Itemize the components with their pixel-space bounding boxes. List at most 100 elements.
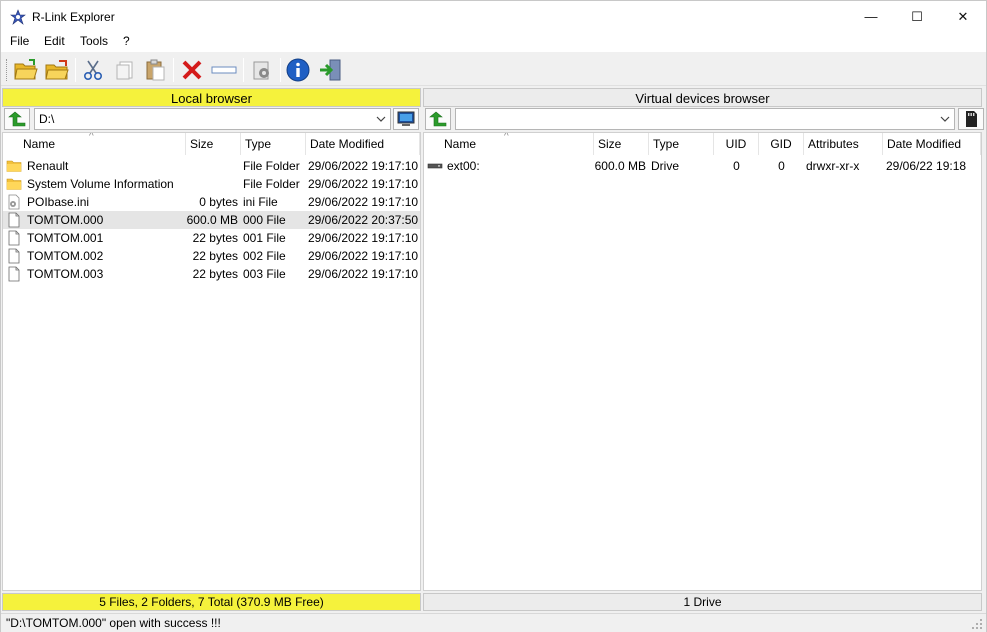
cell-size	[186, 175, 238, 193]
column-header-attributes[interactable]: Attributes	[804, 133, 883, 155]
computer-icon	[397, 111, 415, 126]
up-arrow-icon	[429, 111, 447, 127]
cell-size: 600.0 MB	[186, 213, 238, 227]
table-row[interactable]: TOMTOM.000 600.0 MB 000 File 29/06/2022 20:…	[3, 211, 420, 229]
cell-size: 22 bytes	[192, 249, 238, 263]
file-icon	[6, 230, 22, 246]
folder-icon	[6, 176, 22, 192]
title-bar[interactable]: R-Link Explorer — ☐ ✕	[1, 1, 986, 32]
cell-date: 29/06/2022 19:17:10	[308, 177, 419, 191]
cell-date: 29/06/22 19:18	[886, 159, 967, 173]
column-header-type[interactable]: Type	[241, 133, 306, 155]
column-header-date[interactable]: Date Modified	[883, 133, 981, 155]
virtual-path-combo[interactable]	[455, 108, 955, 130]
local-drive-button[interactable]	[393, 108, 419, 130]
cell-size: 22 bytes	[192, 231, 238, 245]
cell-date: 29/06/2022 19:17:10	[308, 267, 419, 281]
cell-date: 29/06/2022 20:37:50	[308, 213, 419, 227]
cell-size: 22 bytes	[192, 267, 238, 281]
cell-type: File Folder	[243, 177, 300, 191]
sort-caret-icon: ^	[504, 132, 509, 142]
local-up-button[interactable]	[4, 108, 30, 130]
local-panel-status: 5 Files, 2 Folders, 7 Total (370.9 MB Fr…	[2, 593, 421, 611]
table-row[interactable]: Renault File Folder 29/06/2022 19:17:10	[3, 157, 420, 175]
status-bar: "D:\TOMTOM.000" open with success !!!	[1, 613, 986, 632]
virtual-browser-header: Virtual devices browser	[423, 88, 982, 107]
toolbar-separator	[75, 58, 76, 82]
resize-grip-icon[interactable]	[971, 618, 983, 630]
cell-date: 29/06/2022 19:17:10	[308, 249, 419, 263]
properties-icon	[253, 61, 269, 80]
virtual-device-button[interactable]	[958, 108, 984, 130]
info-button[interactable]	[285, 57, 311, 83]
table-row[interactable]: POIbase.ini 0 bytes ini File 29/06/2022 19:…	[3, 193, 420, 211]
table-row[interactable]: ext00: 600.0 MB Drive 0 0 drwxr-xr-x 29/06/22 …	[424, 157, 981, 175]
rename-button[interactable]	[211, 57, 237, 83]
cell-name: System Volume Information	[27, 177, 174, 191]
cell-type: Drive	[651, 159, 680, 173]
toolbar-separator	[280, 58, 281, 82]
open-archive-button[interactable]	[44, 57, 70, 83]
local-browser-header: Local browser	[2, 88, 421, 107]
column-header-type[interactable]: Type	[649, 133, 714, 155]
cell-type: 000 File	[243, 213, 286, 227]
toolbar	[1, 53, 986, 86]
table-row[interactable]: TOMTOM.003 22 bytes 003 File 29/06/2022 19:…	[3, 265, 420, 283]
column-header-name[interactable]: Name ^	[3, 133, 186, 155]
maximize-button[interactable]: ☐	[894, 1, 940, 32]
close-button[interactable]: ✕	[940, 1, 986, 32]
menu-edit[interactable]: Edit	[44, 34, 65, 48]
menu-help[interactable]: ?	[123, 34, 130, 48]
sd-card-icon	[966, 111, 977, 127]
menu-tools[interactable]: Tools	[80, 34, 108, 48]
cell-type: ini File	[243, 195, 278, 209]
file-icon	[6, 248, 22, 264]
menu-file[interactable]: File	[10, 34, 29, 48]
cell-name: TOMTOM.002	[27, 249, 104, 263]
app-window: R-Link Explorer — ☐ ✕ File Edit Tools ?	[0, 0, 987, 632]
column-header-gid[interactable]: GID	[759, 133, 804, 155]
cell-uid: 0	[733, 159, 740, 173]
delete-icon	[182, 60, 202, 80]
delete-button[interactable]	[179, 57, 205, 83]
virtual-up-button[interactable]	[425, 108, 451, 130]
minimize-button[interactable]: —	[848, 1, 894, 32]
local-path-combo[interactable]: D:\	[34, 108, 391, 130]
exit-button[interactable]	[317, 57, 343, 83]
toolbar-separator	[243, 58, 244, 82]
local-file-list[interactable]: Name ^ Size Type Date Modified Renault Fi…	[2, 132, 421, 591]
cell-date: 29/06/2022 19:17:10	[308, 231, 419, 245]
cell-type: File Folder	[243, 159, 300, 173]
cell-size: 600.0 MB	[594, 159, 646, 173]
column-header-uid[interactable]: UID	[714, 133, 759, 155]
virtual-file-list[interactable]: Name ^ Size Type UID GID Attributes Date…	[423, 132, 982, 591]
app-logo-icon	[10, 9, 26, 25]
copy-icon	[116, 61, 133, 80]
table-row[interactable]: TOMTOM.001 22 bytes 001 File 29/06/2022 19:…	[3, 229, 420, 247]
properties-button[interactable]	[249, 57, 275, 83]
column-header-name[interactable]: Name ^	[424, 133, 594, 155]
cell-name: ext00:	[447, 159, 480, 173]
paste-icon	[146, 59, 165, 81]
cell-name: Renault	[27, 159, 69, 173]
drive-icon	[427, 158, 443, 174]
table-row[interactable]: System Volume Information File Folder 29/0…	[3, 175, 420, 193]
cell-attr: drwxr-xr-x	[806, 159, 860, 173]
rename-icon	[211, 66, 237, 74]
toolbar-grip[interactable]	[6, 59, 9, 81]
cell-size	[186, 157, 238, 175]
copy-button[interactable]	[112, 57, 138, 83]
column-header-size[interactable]: Size	[186, 133, 241, 155]
status-message: "D:\TOMTOM.000" open with success !!!	[6, 616, 221, 630]
column-header-size[interactable]: Size	[594, 133, 649, 155]
ini-file-icon	[6, 194, 22, 210]
cell-name: TOMTOM.000	[27, 213, 104, 227]
column-header-date[interactable]: Date Modified	[306, 133, 420, 155]
table-row[interactable]: TOMTOM.002 22 bytes 002 File 29/06/2022 19:…	[3, 247, 420, 265]
cell-size: 0 bytes	[199, 195, 238, 209]
open-folder-button[interactable]	[13, 57, 39, 83]
cut-button[interactable]	[80, 57, 106, 83]
paste-button[interactable]	[142, 57, 168, 83]
window-title: R-Link Explorer	[32, 10, 115, 24]
local-path-bar: D:\	[4, 108, 421, 130]
